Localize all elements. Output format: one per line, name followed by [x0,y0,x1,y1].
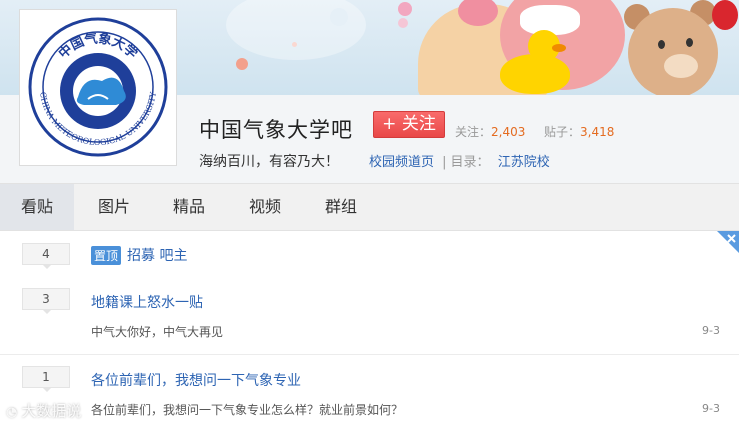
university-logo-icon: 中国气象大学 CHINA METEOROLOGICAL UNIVERSITY [28,17,168,157]
forum-logo[interactable]: 中国气象大学 CHINA METEOROLOGICAL UNIVERSITY [19,9,177,166]
reply-count: 1 [22,366,70,392]
bear-eye [686,38,693,47]
thread-title[interactable]: 置顶 招募 吧主 [91,245,187,265]
pinned-badge: 置顶 [91,246,122,265]
posts-stat: 贴子：3,418 [544,123,614,140]
thread-time: 9-3 [702,324,720,337]
campus-channel-link[interactable]: 校园频道页 [369,155,434,170]
link-separator: | [442,155,447,170]
directory-label: 目录： [450,155,490,170]
forum-tabs: 看贴 图片 精品 视频 群组 [0,183,739,231]
posts-count: 3,418 [580,125,615,139]
watermark: ◔ 大数据说 [6,400,81,421]
decor-bubble [398,18,408,28]
decor-bubble [236,58,248,70]
decor-bubble [226,0,366,60]
follow-stat-label: 关注： [455,125,492,139]
thread-abstract: 中气大你好，中气大再见 [91,325,224,339]
tab-groups[interactable]: 群组 [304,184,378,230]
posts-stat-label: 贴子： [544,125,581,139]
follow-count: 2,403 [491,125,526,139]
thread-abstract: 各位前辈们，我想问一下气象专业怎么样？就业前景如何？ [91,403,404,417]
tab-featured[interactable]: 精品 [152,184,226,230]
decor-bubble [712,0,738,30]
watermark-text: 大数据说 [21,402,82,420]
reply-count: 3 [22,288,70,314]
bear-muzzle [664,54,698,78]
forum-slogan: 海纳百川，有容乃大！ [199,154,339,170]
bear-eye [658,40,665,49]
tab-videos[interactable]: 视频 [228,184,302,230]
watermark-icon: ◔ [6,405,18,420]
reply-count: 4 [22,243,70,269]
duck-beak [552,44,566,52]
directory-link[interactable]: 江苏院校 [498,155,550,170]
duck-body [500,54,570,94]
bear-head [628,8,718,95]
thread-title[interactable]: 各位前辈们，我想问一下气象专业 [91,370,301,390]
thread-list: 4 置顶 招募 吧主 3 地籍课上怒水一贴 中气大你好，中气大再见 9-3 1 各… [0,231,739,428]
thread-time: 9-3 [702,402,720,415]
forum-links: 校园频道页 | 目录： 江苏院校 [369,151,550,170]
duck-cartoon [500,28,590,95]
decor-bubble [398,2,412,16]
divider [0,354,739,355]
tab-posts[interactable]: 看贴 [0,184,74,230]
thread-title[interactable]: 地籍课上怒水一贴 [91,292,203,312]
forum-title[interactable]: 中国气象大学吧 [199,114,353,144]
tab-images[interactable]: 图片 [77,184,151,230]
thread-title-text[interactable]: 招募 吧主 [127,248,187,264]
follow-stat: 关注：2,403 [455,123,525,140]
follow-button[interactable]: + 关注 [373,111,445,138]
